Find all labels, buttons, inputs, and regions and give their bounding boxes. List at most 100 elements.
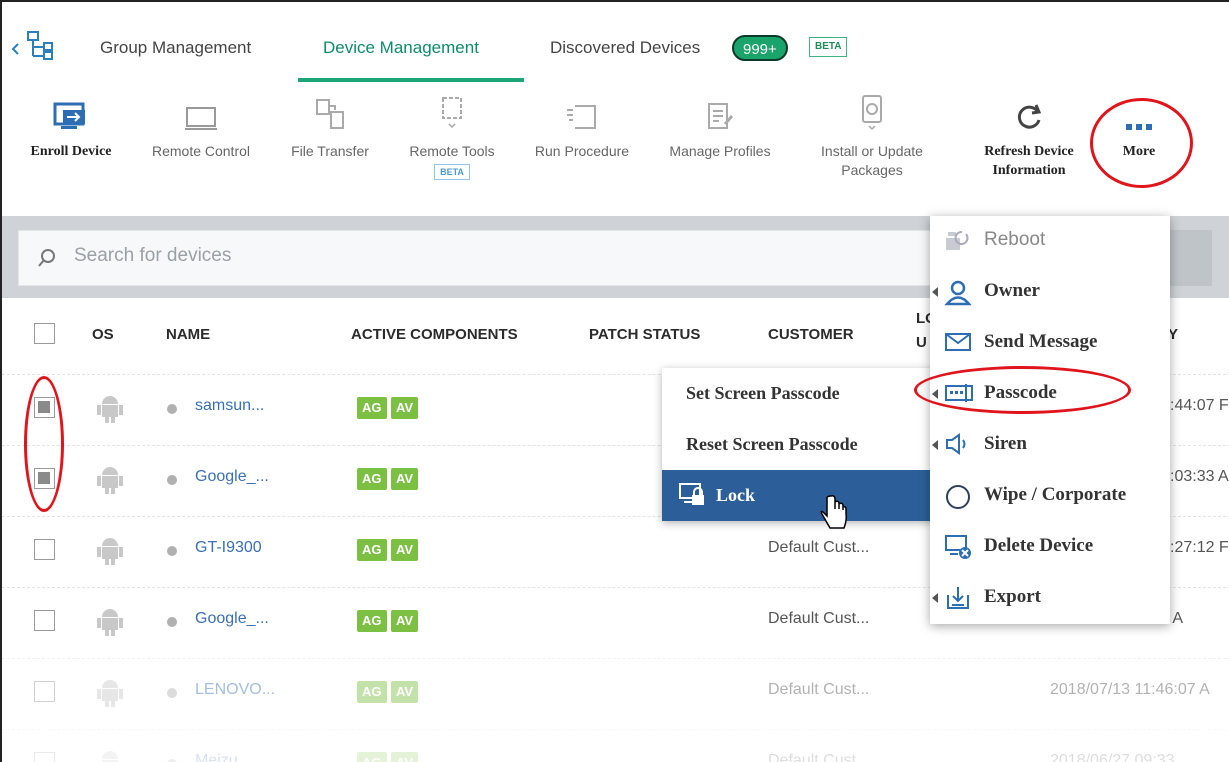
device-name-link[interactable]: GT-I9300 [195, 539, 262, 557]
device-name-link[interactable]: Google_... [195, 610, 269, 628]
table-row[interactable]: LENOVO... AG AV Default Cust... 2018/07/… [2, 658, 1229, 729]
submenu-caret-icon [932, 593, 938, 603]
enroll-device-label: Enroll Device [30, 144, 112, 159]
col-name[interactable]: NAME [166, 326, 210, 343]
chip-av: AV [391, 681, 419, 703]
customer-cell: Default Cust... [768, 752, 870, 762]
install-update-packages-button[interactable]: Install or Update Packages [802, 84, 942, 180]
run-procedure-icon [567, 105, 596, 129]
remote-tools-label: Remote Tools [409, 143, 495, 159]
file-transfer-button[interactable]: File Transfer [278, 84, 382, 161]
menu-item-reboot-label: Reboot [984, 229, 1046, 250]
reset-screen-passcode-item[interactable]: Reset Screen Passcode [662, 419, 936, 470]
hand-cursor-icon [820, 495, 847, 529]
back-to-groups-button[interactable] [8, 30, 58, 60]
chip-ag: AG [357, 610, 387, 632]
chip-ag: AG [357, 539, 387, 561]
table-row[interactable]: Meizu AG AV Default Cust... 2018/06/27 0… [2, 729, 1229, 762]
menu-item-send-message-label: Send Message [984, 331, 1098, 352]
last-activity: :03:33 A [1170, 468, 1229, 485]
run-procedure-button[interactable]: Run Procedure [522, 84, 642, 161]
passcode-annotation-oval [914, 366, 1131, 414]
row-checkbox[interactable] [34, 539, 55, 560]
remote-tools-beta-badge: BETA [434, 164, 470, 180]
menu-item-export[interactable]: Export [930, 573, 1170, 624]
row-checkbox[interactable] [34, 752, 55, 762]
menu-item-owner[interactable]: Owner [930, 267, 1170, 318]
enroll-device-button[interactable]: Enroll Device [16, 84, 126, 161]
row-checkbox[interactable] [34, 681, 55, 702]
search-icon [38, 249, 55, 267]
remote-tools-button[interactable]: Remote Tools BETA [396, 84, 508, 180]
device-name-link[interactable]: samsun... [195, 397, 264, 415]
remote-tools-icon [442, 97, 462, 129]
envelope-icon [945, 333, 971, 351]
chip-av: AV [391, 539, 419, 561]
android-icon [97, 609, 123, 636]
chip-av: AV [391, 468, 419, 490]
menu-item-export-label: Export [984, 586, 1041, 607]
manage-profiles-label: Manage Profiles [669, 143, 771, 159]
status-dot [167, 475, 177, 485]
enroll-device-icon [53, 102, 85, 129]
speaker-icon [946, 433, 966, 455]
menu-item-delete-device-label: Delete Device [984, 535, 1094, 556]
tab-group-management[interactable]: Group Management [100, 38, 251, 58]
status-dot [167, 404, 177, 414]
menu-item-siren[interactable]: Siren [930, 420, 1170, 471]
status-dot [167, 546, 177, 556]
refresh-label-line1: Refresh Device [984, 144, 1074, 159]
row-checkbox[interactable] [34, 610, 55, 631]
install-update-label-line2: Packages [841, 162, 903, 178]
set-screen-passcode-item[interactable]: Set Screen Passcode [662, 368, 936, 419]
last-activity: :44:07 F [1170, 397, 1229, 414]
profiles-icon [708, 103, 734, 129]
customer-cell: Default Cust... [768, 610, 870, 627]
export-icon [947, 587, 969, 609]
package-icon [862, 95, 882, 131]
refresh-device-info-button[interactable]: Refresh Device Information [964, 84, 1094, 180]
menu-item-wipe-corporate-label: Wipe / Corporate [984, 484, 1127, 505]
owner-icon [944, 280, 972, 306]
col-os[interactable]: OS [92, 326, 114, 343]
device-name-link[interactable]: Meizu [195, 752, 238, 762]
file-transfer-icon [316, 99, 344, 129]
tab-discovered-devices[interactable]: Discovered Devices [550, 38, 700, 58]
lock-label: Lock [716, 485, 756, 505]
reboot-icon [946, 231, 969, 250]
discovered-count-badge: 999+ [732, 35, 788, 61]
menu-item-delete-device[interactable]: Delete Device [930, 522, 1170, 573]
menu-item-reboot[interactable]: Reboot [930, 216, 1170, 267]
remote-control-button[interactable]: Remote Control [139, 84, 263, 161]
device-name-link[interactable]: Google_... [195, 468, 269, 486]
col-active-components[interactable]: ACTIVE COMPONENTS [351, 326, 518, 343]
col-patch-status[interactable]: PATCH STATUS [589, 326, 700, 343]
tab-device-management[interactable]: Device Management [323, 38, 479, 58]
android-icon [97, 467, 123, 494]
chip-ag: AG [357, 468, 387, 490]
last-activity: 2018/07/13 11:46:07 A [1050, 681, 1210, 698]
status-dot [167, 688, 177, 698]
device-toolbar: Enroll Device Remote Control File Transf… [2, 84, 1229, 216]
android-icon [97, 680, 123, 707]
menu-item-wipe-corporate[interactable]: Wipe / Corporate [930, 471, 1170, 522]
group-tree-icon [11, 31, 53, 60]
search-placeholder: Search for devices [74, 245, 232, 266]
manage-profiles-button[interactable]: Manage Profiles [654, 84, 786, 161]
circle-icon [946, 485, 970, 509]
run-procedure-label: Run Procedure [534, 143, 630, 159]
remote-control-label: Remote Control [151, 143, 251, 159]
passcode-submenu: Set Screen Passcode Reset Screen Passcod… [662, 368, 936, 521]
menu-item-siren-label: Siren [984, 433, 1027, 454]
lock-item[interactable]: Lock [662, 470, 936, 521]
app-window: Group Management Device Management Disco… [0, 0, 1229, 762]
chip-av: AV [391, 397, 419, 419]
customer-cell: Default Cust... [768, 681, 870, 698]
active-tab-indicator [298, 78, 524, 82]
chip-ag: AG [357, 397, 387, 419]
select-all-checkbox[interactable] [34, 323, 55, 344]
device-name-link[interactable]: LENOVO... [195, 681, 275, 699]
refresh-label-line2: Information [992, 163, 1066, 178]
menu-item-send-message[interactable]: Send Message [930, 318, 1170, 369]
col-customer[interactable]: CUSTOMER [768, 326, 854, 343]
